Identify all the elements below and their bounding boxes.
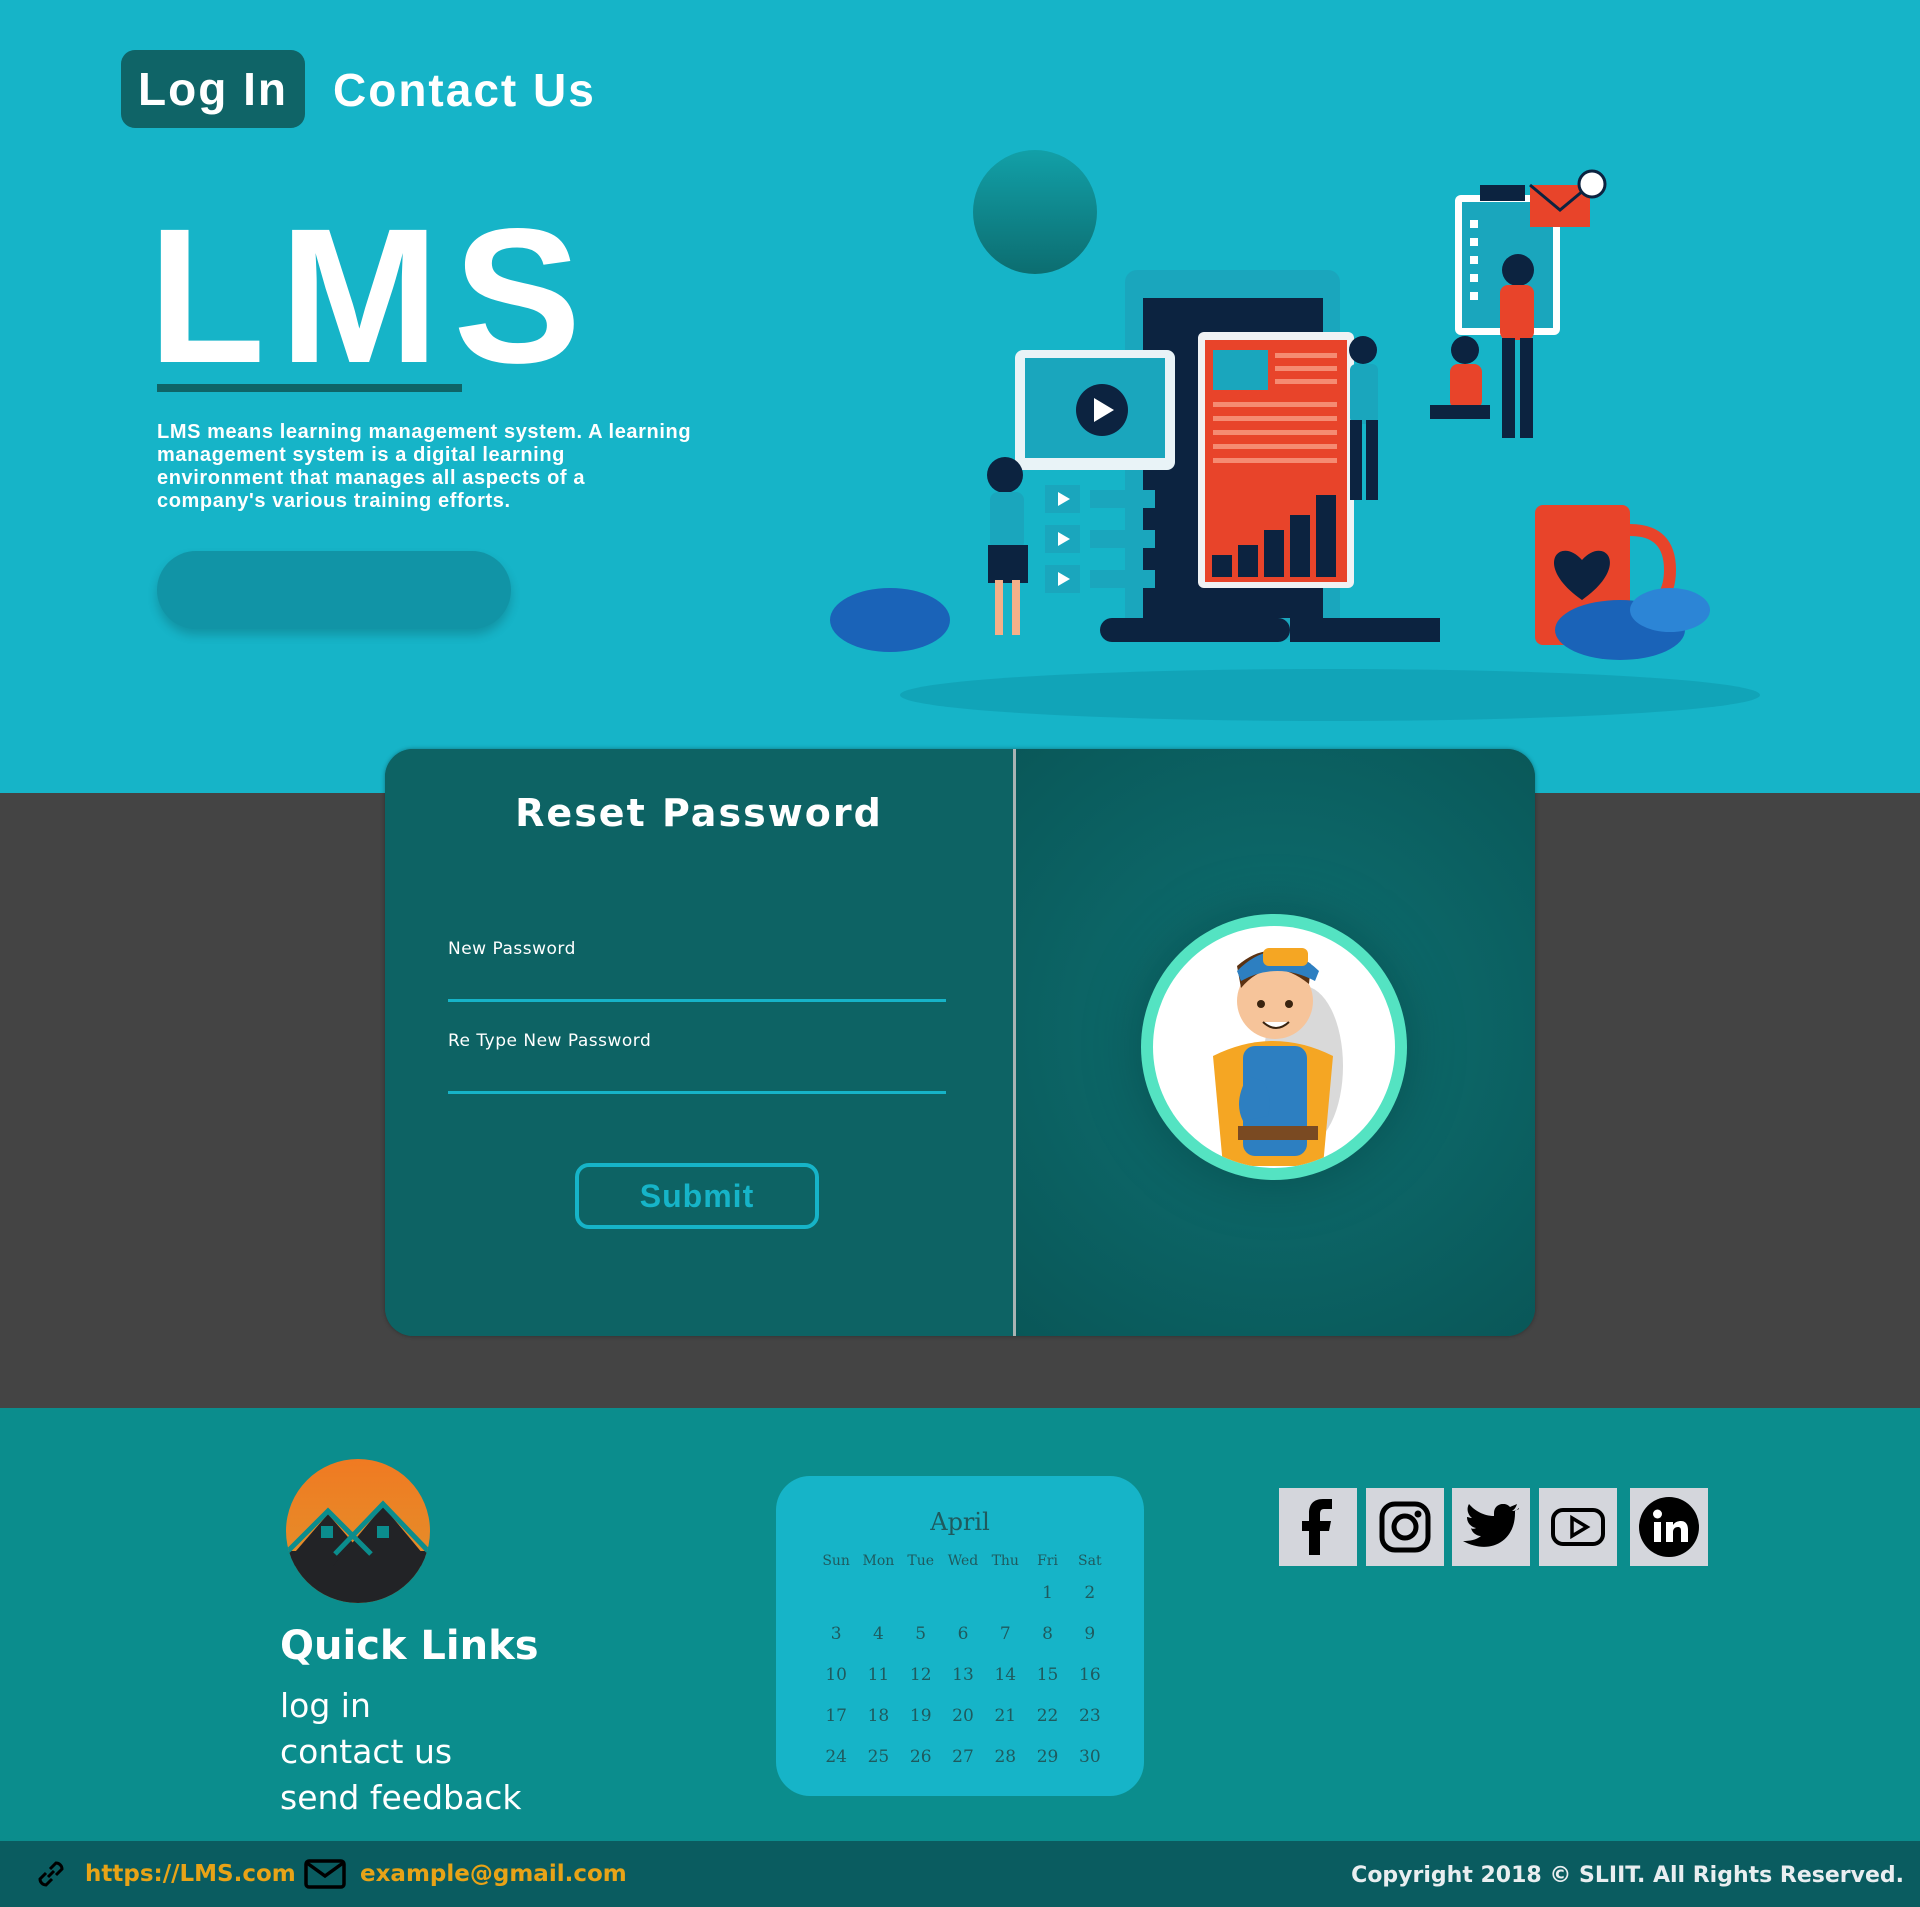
calendar-day[interactable]: 3 [815, 1624, 857, 1644]
calendar-day[interactable]: 20 [942, 1706, 984, 1726]
calendar-weekday: Thu [991, 1553, 1019, 1569]
calendar-day[interactable]: 26 [900, 1747, 942, 1767]
calendar-day[interactable]: 16 [1069, 1665, 1111, 1685]
instagram-icon[interactable] [1366, 1488, 1444, 1566]
calendar-day[interactable]: 5 [900, 1624, 942, 1644]
reset-title: Reset Password [515, 791, 883, 835]
reset-form-panel: Reset Password New Password Re Type New … [385, 749, 1013, 1336]
calendar-month: April [930, 1508, 990, 1536]
mail-icon [304, 1859, 346, 1889]
calendar-weekday: Wed [947, 1553, 979, 1569]
retype-password-label: Re Type New Password [448, 1031, 652, 1051]
calendar-weekday: Sun [822, 1553, 850, 1569]
hero-action-button[interactable] [157, 551, 511, 629]
hero-section: Log In Contact Us LMS LMS means learning… [0, 0, 1920, 793]
quick-links-title: Quick Links [280, 1623, 539, 1669]
title-underline [157, 384, 462, 392]
linkedin-icon[interactable] [1630, 1488, 1708, 1566]
calendar-day[interactable]: 18 [857, 1706, 899, 1726]
calendar-day[interactable]: 15 [1026, 1665, 1068, 1685]
login-nav-button[interactable]: Log In [121, 50, 305, 128]
facebook-icon[interactable] [1279, 1488, 1357, 1566]
calendar-day[interactable]: 22 [1026, 1706, 1068, 1726]
calendar-day[interactable]: 27 [942, 1747, 984, 1767]
contact-nav-link[interactable]: Contact Us [333, 58, 596, 122]
youtube-icon[interactable] [1539, 1488, 1617, 1566]
calendar-day[interactable]: 30 [1069, 1747, 1111, 1767]
reset-password-card: Reset Password New Password Re Type New … [385, 749, 1535, 1336]
calendar-week-row: 17 18 19 20 21 22 23 [815, 1695, 1111, 1736]
calendar-weekday-row: Sun Mon Tue Wed Thu Fri Sat [815, 1550, 1111, 1572]
calendar-day[interactable]: 6 [942, 1624, 984, 1644]
calendar-widget: April Sun Mon Tue Wed Thu Fri Sat 1 2 3 4 5 6 7 8 9 10 11… [776, 1476, 1144, 1796]
calendar-day[interactable]: 29 [1026, 1747, 1068, 1767]
calendar-day[interactable]: 21 [984, 1706, 1026, 1726]
retype-password-input[interactable] [448, 1061, 950, 1091]
calendar-weekday: Sat [1078, 1553, 1102, 1569]
calendar-weekday: Tue [907, 1553, 935, 1569]
calendar-day[interactable]: 25 [857, 1747, 899, 1767]
calendar-day[interactable]: 24 [815, 1747, 857, 1767]
twitter-icon[interactable] [1452, 1488, 1530, 1566]
quick-link-login[interactable]: log in [280, 1686, 371, 1725]
quick-link-feedback[interactable]: send feedback [280, 1778, 521, 1817]
retype-password-underline [448, 1091, 946, 1094]
calendar-day[interactable]: 12 [900, 1665, 942, 1685]
submit-button[interactable]: Submit [575, 1163, 819, 1229]
calendar-week-row: 10 11 12 13 14 15 16 [815, 1654, 1111, 1695]
bottom-bar: https://LMS.com example@gmail.com Copyri… [0, 1841, 1920, 1907]
calendar-day[interactable]: 1 [1026, 1583, 1068, 1603]
calendar-weekday: Fri [1037, 1553, 1058, 1569]
calendar-day[interactable]: 23 [1069, 1706, 1111, 1726]
worker-avatar [1153, 926, 1395, 1168]
calendar-week-row: 3456789 [815, 1613, 1111, 1654]
footer: Quick Links log in contact us send feedb… [0, 1408, 1920, 1841]
copyright-text: Copyright 2018 © SLIIT. All Rights Reser… [1351, 1863, 1904, 1888]
calendar-weekday: Mon [862, 1553, 895, 1569]
website-link[interactable]: https://LMS.com [85, 1861, 296, 1887]
calendar-week-row: 24 25 26 27 28 29 30 [815, 1736, 1111, 1777]
quick-link-contact[interactable]: contact us [280, 1732, 452, 1771]
home-logo-icon [286, 1459, 430, 1603]
e-learning-illustration [830, 150, 1760, 721]
email-link[interactable]: example@gmail.com [360, 1861, 627, 1887]
hero-title: LMS [148, 188, 596, 403]
calendar-week-row: 12 [815, 1572, 1111, 1613]
calendar-day[interactable]: 14 [984, 1665, 1026, 1685]
calendar-grid: Sun Mon Tue Wed Thu Fri Sat 1 2 3 4 5 6 7 8 9 10 11 12 13 14… [815, 1550, 1111, 1777]
calendar-day[interactable]: 4 [857, 1624, 899, 1644]
new-password-underline [448, 999, 946, 1002]
calendar-day[interactable]: 11 [857, 1665, 899, 1685]
hero-description: LMS means learning management system. A … [157, 421, 692, 512]
calendar-day[interactable]: 13 [942, 1665, 984, 1685]
calendar-day[interactable]: 7 [984, 1624, 1026, 1644]
calendar-day[interactable]: 2 [1069, 1583, 1111, 1603]
calendar-day[interactable]: 8 [1026, 1624, 1068, 1644]
calendar-day[interactable]: 10 [815, 1665, 857, 1685]
calendar-day[interactable]: 17 [815, 1706, 857, 1726]
calendar-day[interactable]: 28 [984, 1747, 1026, 1767]
new-password-input[interactable] [448, 969, 950, 999]
link-icon [38, 1861, 64, 1887]
worker-avatar-ring [1141, 914, 1407, 1180]
calendar-day[interactable]: 9 [1069, 1624, 1111, 1644]
avatar-panel [1016, 749, 1535, 1336]
new-password-label: New Password [448, 939, 576, 959]
calendar-day[interactable]: 19 [900, 1706, 942, 1726]
